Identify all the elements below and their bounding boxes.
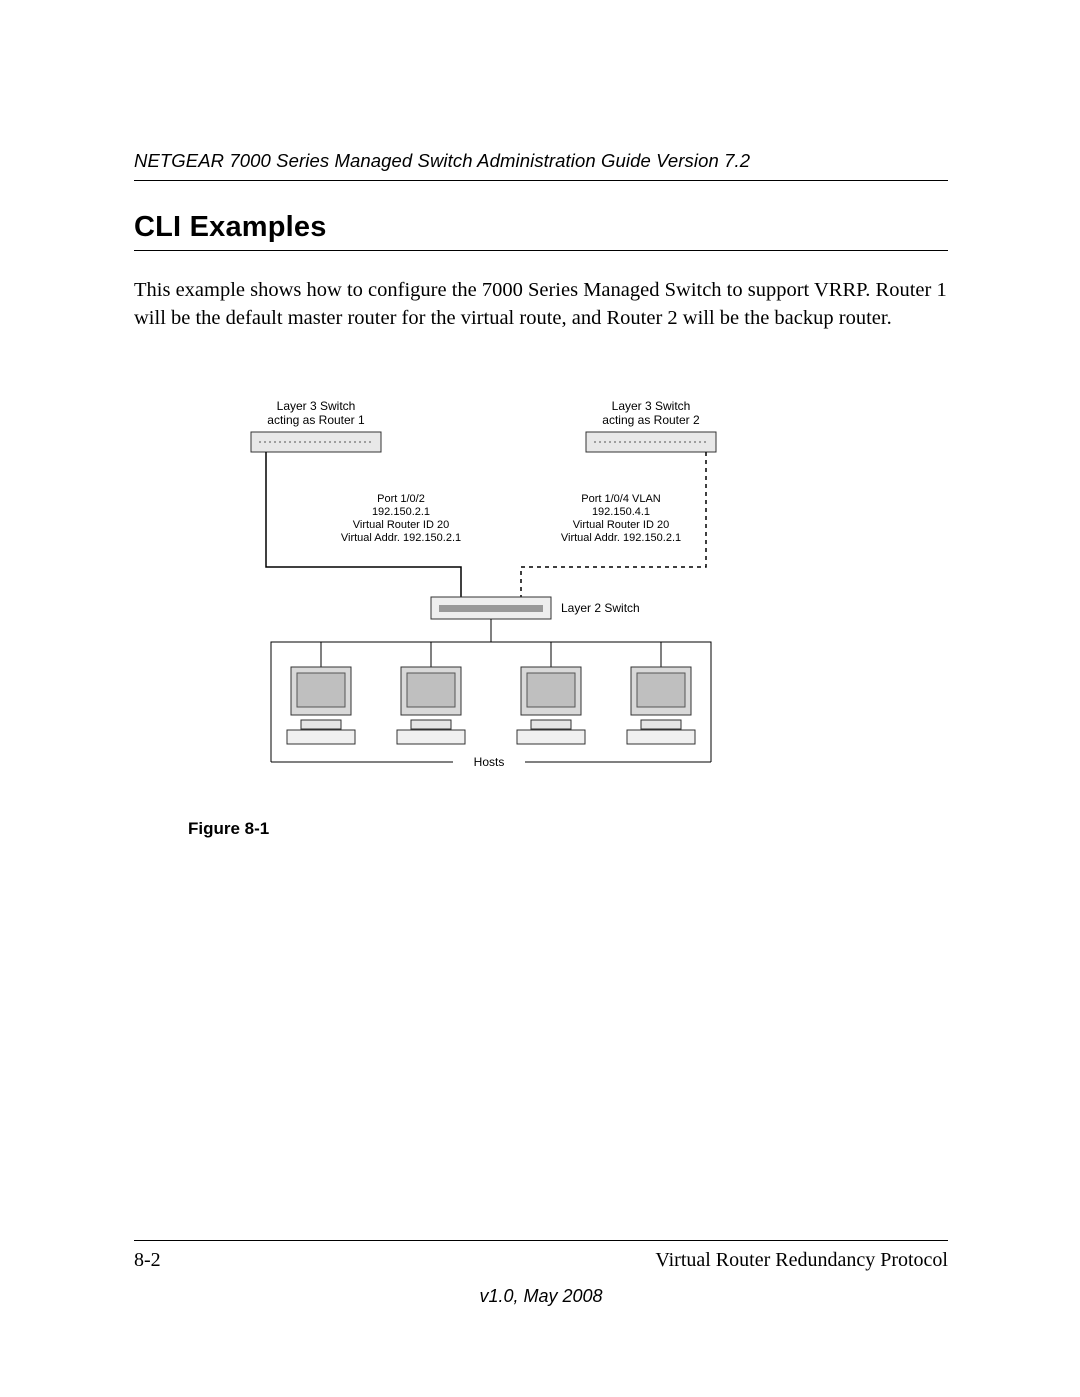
router2-label-l2: acting as Router 2 xyxy=(602,413,700,427)
port1-l2: 192.150.2.1 xyxy=(372,506,430,518)
router2-label-l1: Layer 3 Switch xyxy=(612,399,691,413)
diagram-svg: Layer 3 Switch acting as Router 1 Layer … xyxy=(231,392,851,792)
port1-l4: Virtual Addr. 192.150.2.1 xyxy=(341,532,461,544)
doc-version: v1.0, May 2008 xyxy=(134,1286,948,1307)
router1-label-l1: Layer 3 Switch xyxy=(277,399,356,413)
port1-l1: Port 1/0/2 xyxy=(377,493,425,505)
intro-paragraph: This example shows how to configure the … xyxy=(134,277,948,332)
page-number: 8-2 xyxy=(134,1249,161,1272)
port2-l2: 192.150.4.1 xyxy=(592,506,650,518)
l2-switch-icon xyxy=(431,597,551,619)
router1-device-icon xyxy=(251,432,381,452)
port2-l1: Port 1/0/4 VLAN xyxy=(581,493,661,505)
port2-l4: Virtual Addr. 192.150.2.1 xyxy=(561,532,681,544)
hosts-label: Hosts xyxy=(474,755,505,769)
page-footer: 8-2 Virtual Router Redundancy Protocol v… xyxy=(134,1240,948,1307)
router2-device-icon xyxy=(586,432,716,452)
document-page: NETGEAR 7000 Series Managed Switch Admin… xyxy=(0,0,1080,1397)
router1-label-l2: acting as Router 1 xyxy=(267,413,365,427)
host-1-icon xyxy=(287,667,355,744)
port2-l3: Virtual Router ID 20 xyxy=(573,519,669,531)
host-4-icon xyxy=(627,667,695,744)
host-3-icon xyxy=(517,667,585,744)
port1-l3: Virtual Router ID 20 xyxy=(353,519,449,531)
section-title: CLI Examples xyxy=(134,211,948,251)
host-2-icon xyxy=(397,667,465,744)
network-diagram: Layer 3 Switch acting as Router 1 Layer … xyxy=(231,392,851,797)
figure-caption: Figure 8-1 xyxy=(188,819,948,839)
l2-switch-label: Layer 2 Switch xyxy=(561,601,640,615)
running-head: NETGEAR 7000 Series Managed Switch Admin… xyxy=(134,150,948,181)
chapter-title: Virtual Router Redundancy Protocol xyxy=(655,1249,948,1272)
